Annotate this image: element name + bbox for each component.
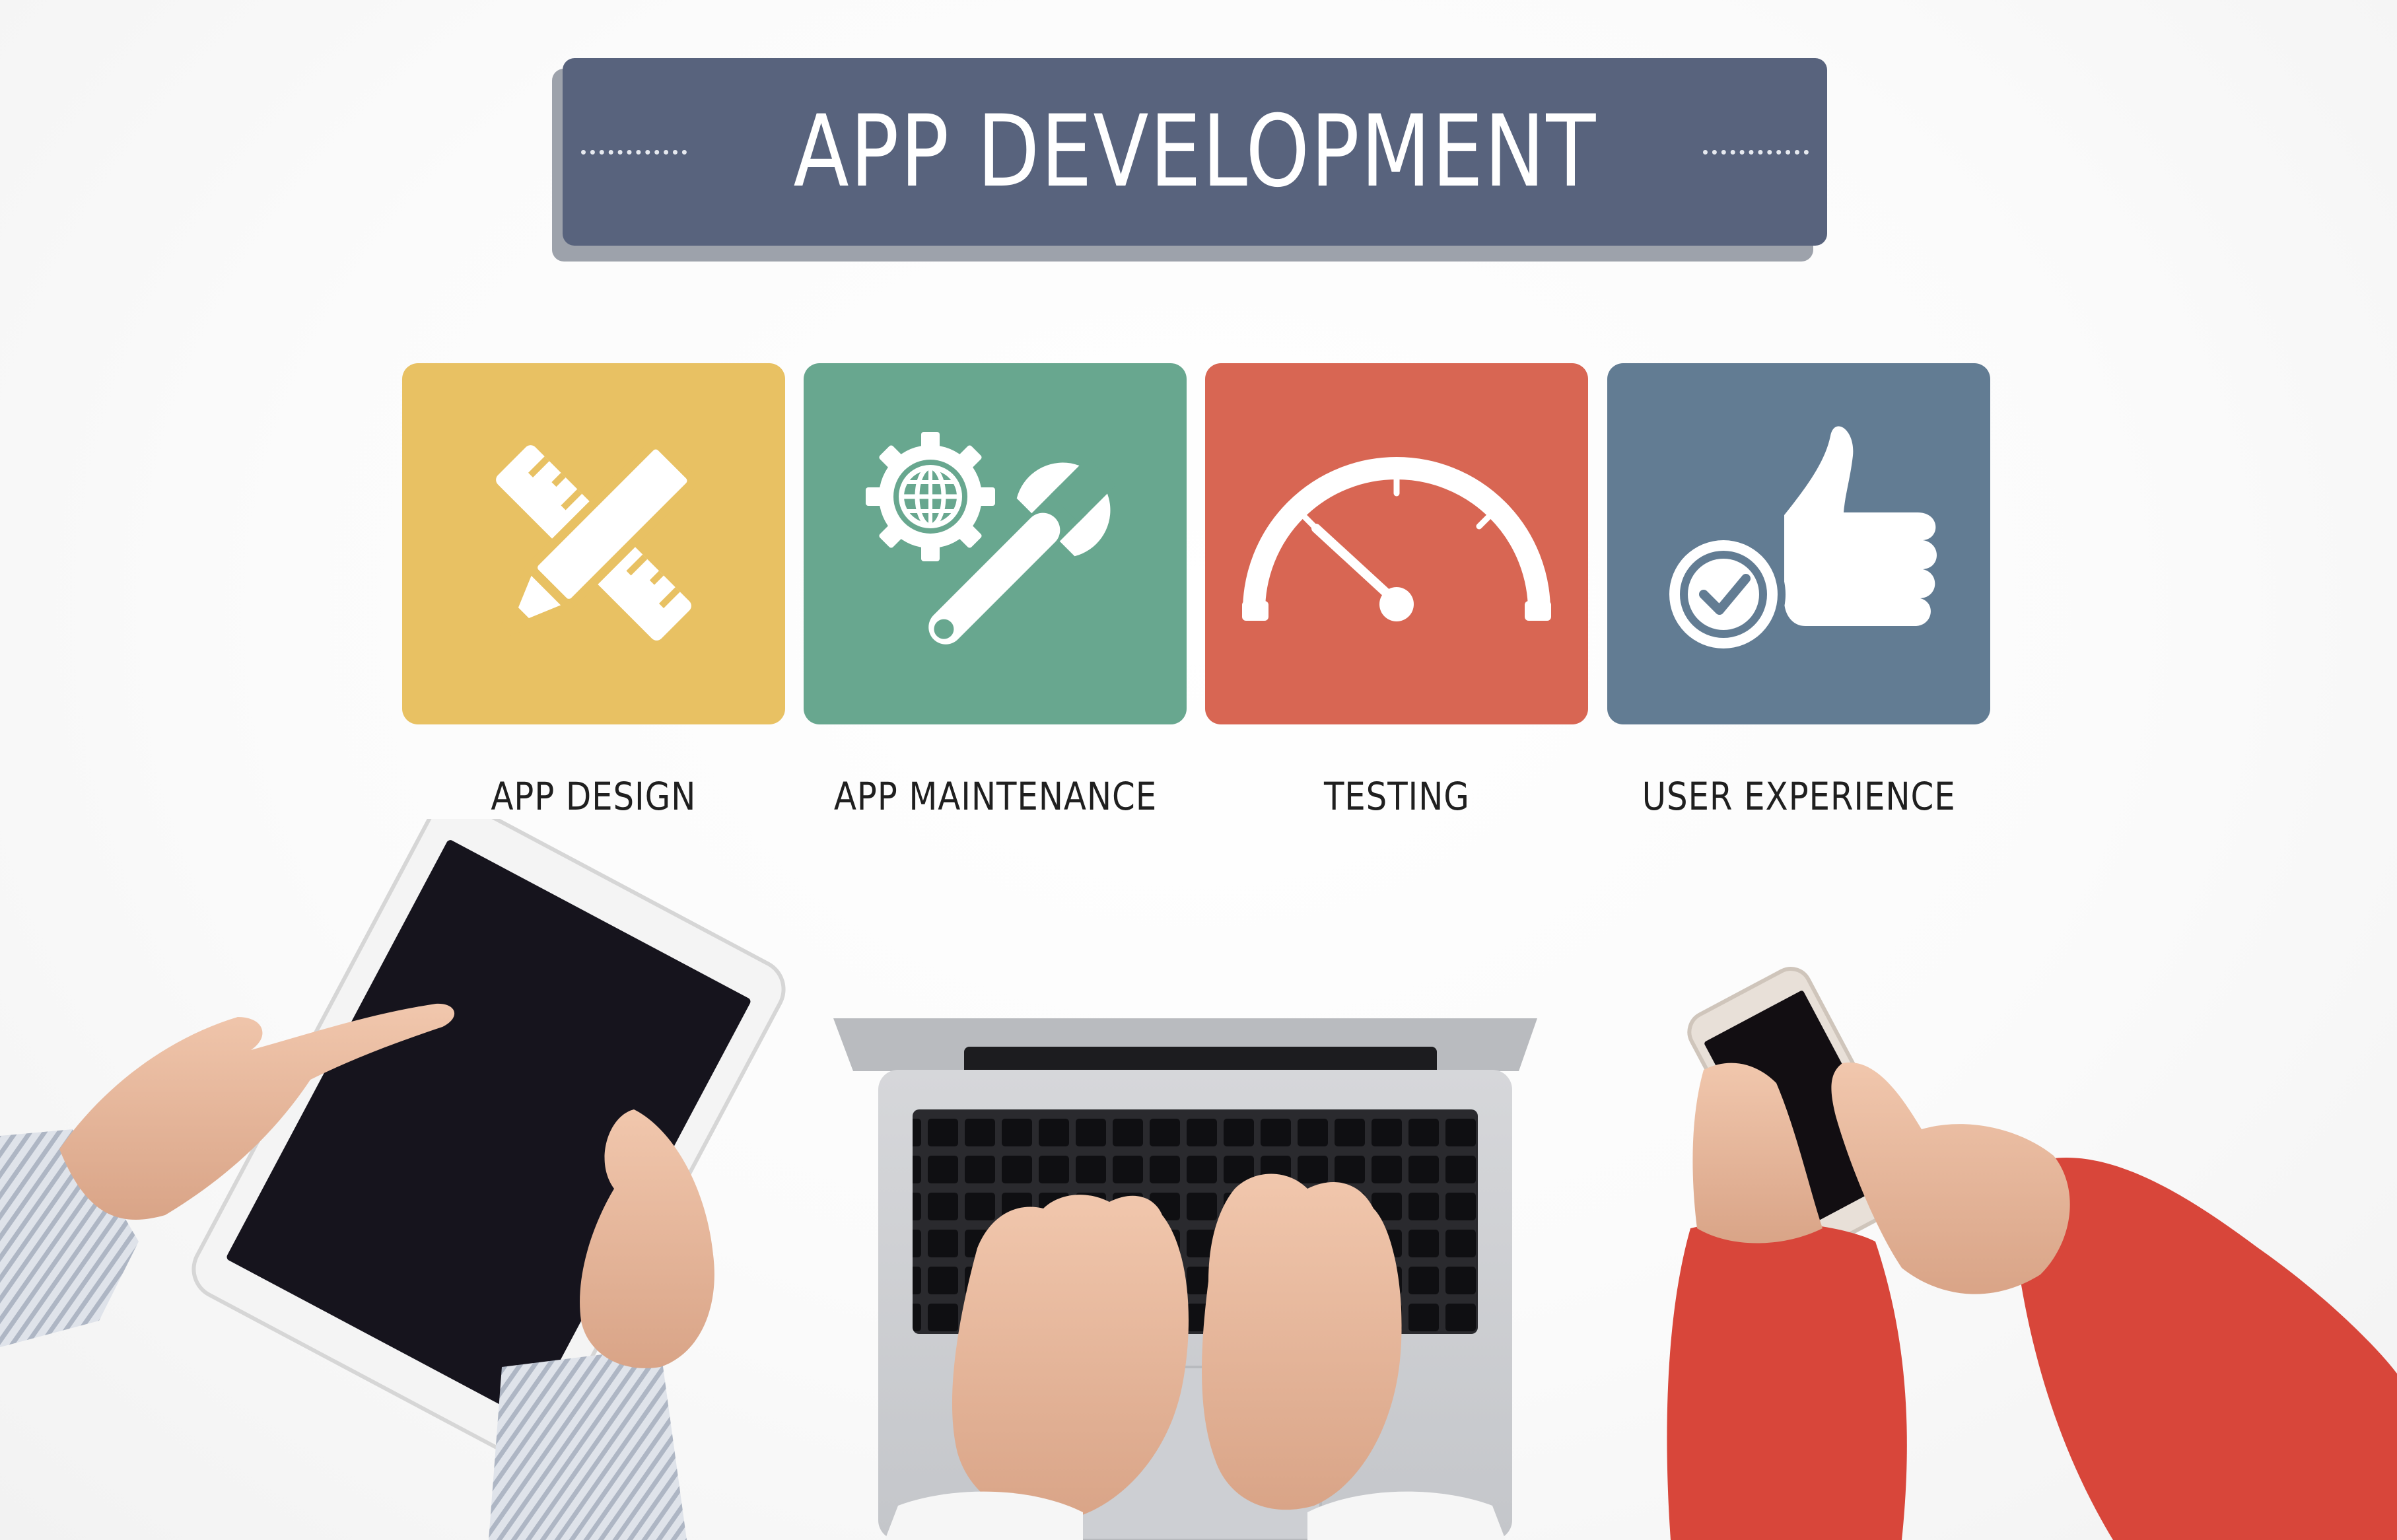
caption-user-experience: USER EXPERIENCE bbox=[1568, 774, 2030, 819]
caption-app-maintenance: APP MAINTENANCE bbox=[764, 774, 1226, 819]
speedometer-icon bbox=[1242, 457, 1551, 621]
banner-dotted-line-right bbox=[1703, 149, 1809, 155]
banner-dotted-line-left bbox=[581, 149, 687, 155]
caption-user-experience-text: USER EXPERIENCE bbox=[1642, 774, 1956, 819]
caption-testing: TESTING bbox=[1165, 774, 1628, 819]
caption-app-design-text: APP DESIGN bbox=[491, 774, 697, 819]
tile-user-experience bbox=[1607, 363, 1990, 724]
tile-testing bbox=[1205, 363, 1588, 724]
desk-scene-illustration bbox=[0, 819, 2397, 1540]
photo-canvas: APP DEVELOPMENT APP DESIGN APP MAINTENAN… bbox=[0, 0, 2397, 1540]
desk-scene bbox=[0, 819, 2397, 1540]
tile-app-maintenance bbox=[804, 363, 1187, 724]
caption-app-maintenance-text: APP MAINTENANCE bbox=[833, 774, 1157, 819]
tile-app-design bbox=[402, 363, 785, 724]
banner-title: APP DEVELOPMENT bbox=[793, 94, 1597, 209]
caption-app-design: APP DESIGN bbox=[363, 774, 825, 819]
gear-wrench-icon bbox=[866, 432, 1116, 645]
thumbs-up-check-icon bbox=[1661, 426, 1937, 656]
pencil-ruler-icon bbox=[496, 440, 697, 641]
title-banner: APP DEVELOPMENT bbox=[563, 58, 1827, 246]
tablet bbox=[191, 819, 786, 1459]
caption-testing-text: TESTING bbox=[1323, 774, 1470, 819]
